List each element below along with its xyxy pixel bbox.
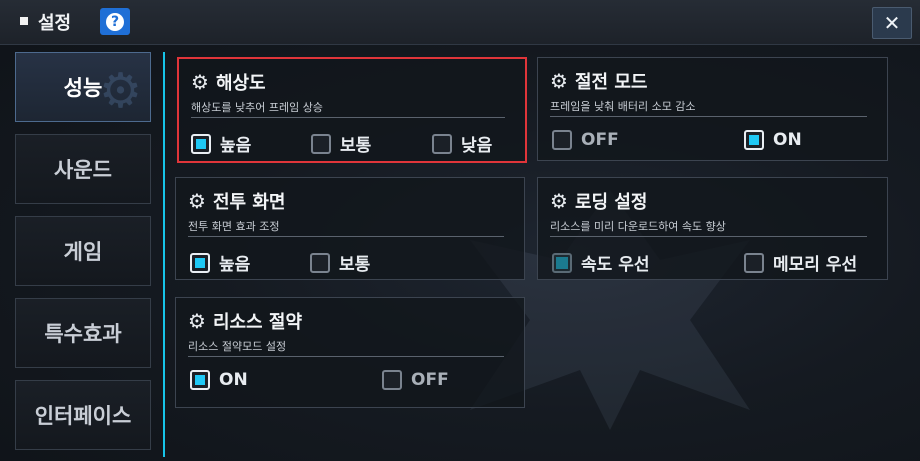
panel-title: 절전 모드 <box>574 72 648 93</box>
option-high[interactable]: 높음 <box>190 250 250 275</box>
sidebar-item-label: 인터페이스 <box>34 404 132 428</box>
settings-window: 설정 ? ✕ ⚙ 성능 사운드 게임 특수효과 인터페이스 ⚙ 해상도 해상도를… <box>0 0 920 461</box>
sidebar-item-special-effects[interactable]: 특수효과 <box>15 298 151 368</box>
close-icon: ✕ <box>883 11 901 35</box>
checkbox[interactable] <box>552 130 572 150</box>
sidebar-item-label: 사운드 <box>54 158 112 182</box>
sidebar-item-label: 특수효과 <box>44 322 122 346</box>
option-label: 낮음 <box>461 136 493 156</box>
panel-title: 리소스 절약 <box>212 312 303 333</box>
gear-icon: ⚙ <box>188 189 206 213</box>
sidebar-divider <box>163 52 165 457</box>
option-speed-priority[interactable]: 속도 우선 <box>552 250 649 275</box>
checkbox-checked[interactable] <box>190 252 210 273</box>
panel-title: 전투 화면 <box>212 192 286 213</box>
option-label: OFF <box>581 130 619 150</box>
panel-power-save: ⚙ 절전 모드 프레임을 낮춰 배터리 소모 감소 OFF ON <box>537 57 888 161</box>
option-low[interactable]: 낮음 <box>432 131 492 156</box>
help-button[interactable]: ? <box>100 8 130 35</box>
option-on[interactable]: ON <box>744 130 802 150</box>
option-label: 보통 <box>339 255 371 275</box>
divider <box>550 116 867 117</box>
gear-icon: ⚙ <box>550 69 568 93</box>
panel-description: 해상도를 낮추어 프레임 상승 <box>191 101 323 114</box>
option-on[interactable]: ON <box>190 370 248 390</box>
checkbox-checked[interactable] <box>552 252 572 273</box>
option-label: 속도 우선 <box>581 255 650 275</box>
panel-description: 리소스를 미리 다운로드하여 속도 향상 <box>550 220 726 233</box>
divider <box>188 236 504 237</box>
panel-resource-save: ⚙ 리소스 절약 리소스 절약모드 설정 ON OFF <box>175 297 525 408</box>
title-bar: 설정 ? ✕ <box>0 0 920 45</box>
option-off[interactable]: OFF <box>552 130 619 150</box>
sidebar-item-label: 성능 <box>63 76 103 100</box>
panel-title: 로딩 설정 <box>574 192 648 213</box>
option-label: OFF <box>411 370 449 390</box>
panel-description: 리소스 절약모드 설정 <box>188 340 287 353</box>
help-icon: ? <box>106 13 124 31</box>
sidebar-item-sound[interactable]: 사운드 <box>15 134 151 204</box>
option-normal[interactable]: 보통 <box>311 131 371 156</box>
checkbox[interactable] <box>744 252 764 273</box>
panel-description: 전투 화면 효과 조정 <box>188 220 280 233</box>
divider <box>188 356 504 357</box>
window-title: 설정 <box>38 13 72 34</box>
option-label: ON <box>773 130 802 150</box>
checkbox-checked[interactable] <box>744 130 764 150</box>
option-label: ON <box>219 370 248 390</box>
checkbox-checked[interactable] <box>190 370 210 390</box>
option-high[interactable]: 높음 <box>191 131 251 156</box>
option-label: 높음 <box>219 255 251 275</box>
checkbox[interactable] <box>382 370 402 390</box>
close-button[interactable]: ✕ <box>872 7 912 39</box>
sidebar-item-interface[interactable]: 인터페이스 <box>15 380 151 450</box>
panel-description: 프레임을 낮춰 배터리 소모 감소 <box>550 100 696 113</box>
option-memory-priority[interactable]: 메모리 우선 <box>744 250 857 275</box>
panel-resolution: ⚙ 해상도 해상도를 낮추어 프레임 상승 높음 보통 낮음 <box>177 57 527 163</box>
option-label: 보통 <box>340 136 372 156</box>
option-label: 메모리 우선 <box>773 255 858 275</box>
option-label: 높음 <box>220 136 252 156</box>
gear-icon: ⚙ <box>550 189 568 213</box>
option-normal[interactable]: 보통 <box>310 250 370 275</box>
panel-battle-screen: ⚙ 전투 화면 전투 화면 효과 조정 높음 보통 <box>175 177 525 280</box>
sidebar-item-label: 게임 <box>63 240 103 264</box>
checkbox-checked[interactable] <box>191 133 211 154</box>
checkbox[interactable] <box>432 133 452 154</box>
sidebar-item-performance[interactable]: ⚙ 성능 <box>15 52 151 122</box>
divider <box>550 236 867 237</box>
gear-icon: ⚙ <box>188 309 206 333</box>
checkbox[interactable] <box>310 252 330 273</box>
title-square-icon <box>20 17 28 25</box>
panel-loading: ⚙ 로딩 설정 리소스를 미리 다운로드하여 속도 향상 속도 우선 메모리 우… <box>537 177 888 280</box>
checkbox[interactable] <box>311 133 331 154</box>
gear-icon: ⚙ <box>98 63 142 119</box>
divider <box>191 117 505 118</box>
panel-title: 해상도 <box>215 73 266 94</box>
sidebar: ⚙ 성능 사운드 게임 특수효과 인터페이스 <box>15 52 165 457</box>
gear-icon: ⚙ <box>191 70 209 94</box>
sidebar-item-game[interactable]: 게임 <box>15 216 151 286</box>
option-off[interactable]: OFF <box>382 370 449 390</box>
